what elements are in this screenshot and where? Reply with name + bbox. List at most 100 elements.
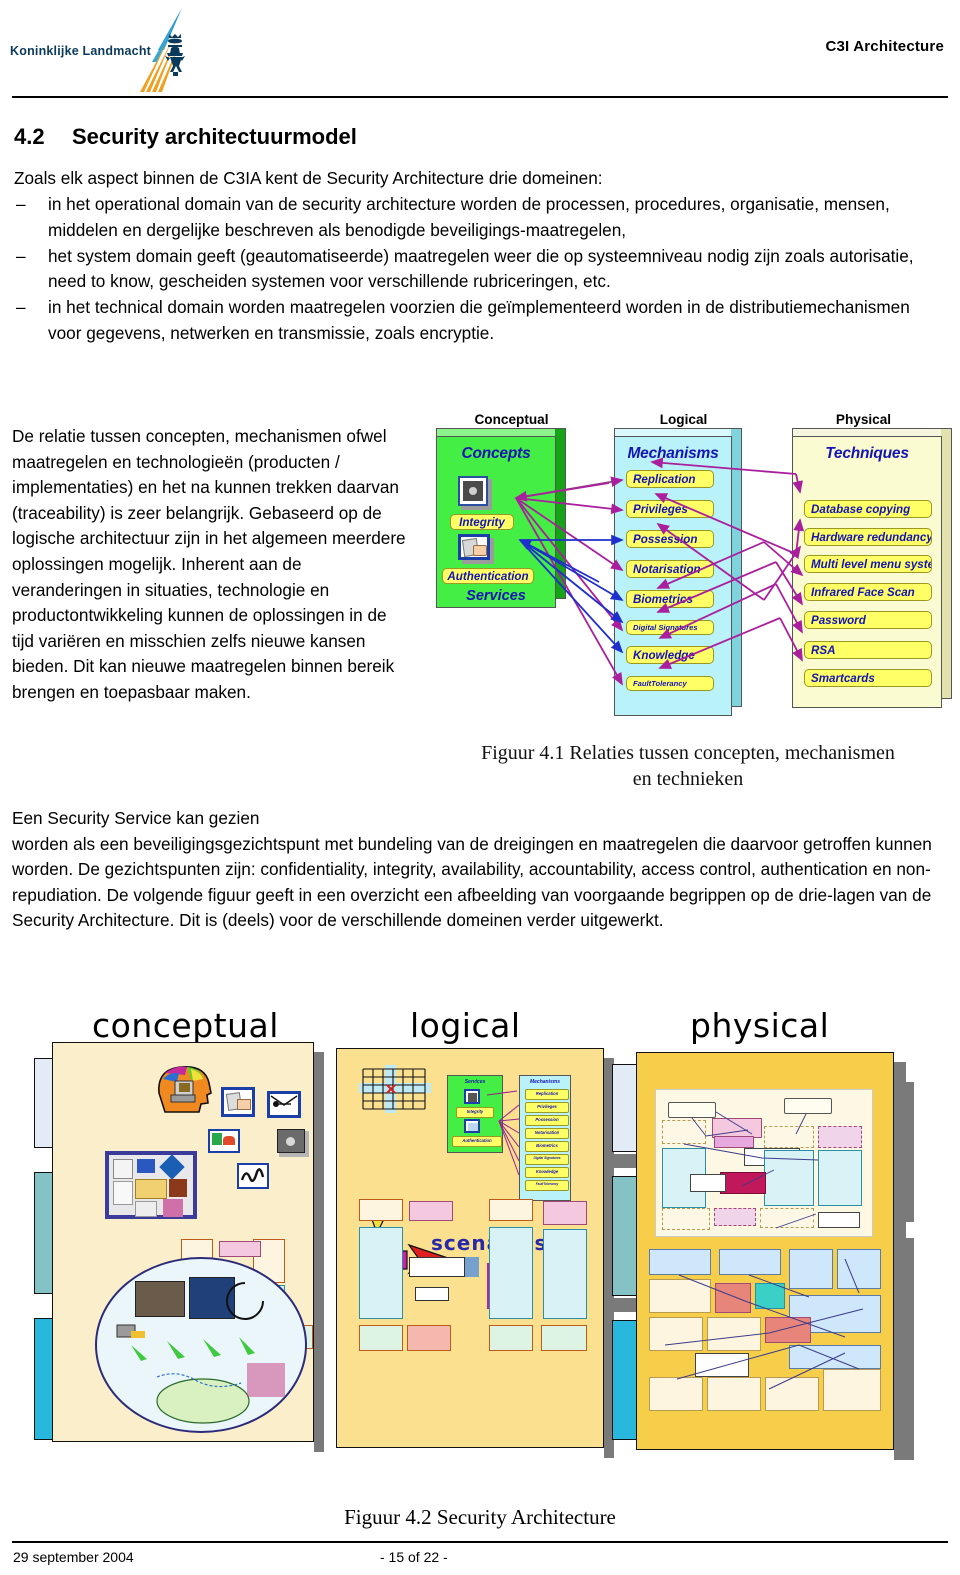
shelf-shadow — [612, 1298, 638, 1312]
chip-multi-level-menu: Multi level menu system — [804, 555, 932, 573]
signature-hand-icon — [458, 534, 494, 564]
chip-possession: Possession — [626, 530, 714, 548]
fig42-heading-physical: physical — [690, 1006, 830, 1045]
bullet-dash: – — [16, 194, 26, 214]
list-item: – in het operational domain van de secur… — [14, 192, 934, 244]
list-item-text: in het technical domain worden maatregel… — [48, 297, 910, 343]
callout-box — [409, 1257, 465, 1277]
mini-relationship-arrows — [486, 1090, 520, 1176]
section-number: 4.2 — [14, 124, 45, 149]
list-item: – het system domain geeft (geautomatisee… — [14, 244, 934, 296]
brain-head-icon — [153, 1063, 213, 1115]
physical-board — [636, 1052, 894, 1450]
flow-box — [359, 1325, 403, 1351]
chip-rsa: RSA — [804, 641, 932, 659]
list-item-text: in het operational domain van de securit… — [48, 194, 890, 240]
envelope-icon — [267, 1091, 301, 1118]
process-box — [219, 1241, 261, 1257]
chip-password: Password — [804, 611, 932, 629]
figure-4-1-caption-line2: en technieken — [632, 768, 744, 790]
security-service-first-line: Een Security Service kan gezien — [12, 808, 260, 828]
section-title: Security architectuurmodel — [72, 124, 357, 149]
organisation-logo: Koninklijke Landmacht — [8, 8, 208, 92]
page-header: Koninklijke Landmacht C3I Architecture — [0, 0, 960, 100]
figure-4-1: Conceptual Logical Physical Concepts Int… — [424, 412, 952, 722]
conceptual-board — [52, 1042, 314, 1442]
shelf-bar — [612, 1320, 638, 1440]
logical-panel: Mechanisms Replication Privileges Posses… — [614, 428, 742, 716]
flow-box — [359, 1199, 403, 1221]
chip-digital-signatures: Digital Signatures — [626, 620, 714, 635]
list-item-text: het system domain geeft (geautomatiseerd… — [48, 245, 914, 292]
callout-box — [415, 1287, 449, 1301]
operational-scene-oval — [95, 1257, 307, 1433]
services-label: Services — [466, 588, 526, 604]
board-shadow — [900, 1082, 914, 1222]
physical-panel: Techniques Database copying Hardware red… — [792, 428, 952, 708]
logical-board: Services Integrity Authentication Mechan… — [336, 1048, 604, 1448]
shelf-shadow — [612, 1154, 638, 1168]
physical-network-diagram — [649, 1249, 881, 1419]
figure-4-1-caption: Figuur 4.1 Relaties tussen concepten, me… — [424, 740, 952, 792]
technical-network-diagram — [655, 1089, 873, 1237]
screen-icon — [208, 1129, 240, 1153]
security-service-paragraph: Een Security Service kan gezien worden a… — [12, 806, 942, 934]
fig41-column-label-conceptual: Conceptual — [474, 412, 549, 427]
flow-column — [359, 1227, 403, 1319]
flow-box — [541, 1325, 587, 1351]
chip-integrity: Integrity — [450, 514, 514, 530]
chip-database-copying: Database copying — [804, 500, 932, 518]
bullet-dash: – — [16, 297, 26, 318]
figure-4-2: conceptual logical physical Services Int… — [0, 990, 960, 1520]
policy-collage-panel — [105, 1151, 197, 1219]
flow-box — [489, 1199, 533, 1221]
fig42-heading-logical: logical — [410, 1006, 521, 1045]
document-title: C3I Architecture — [825, 38, 944, 55]
chip-smartcards: Smartcards — [804, 669, 932, 687]
physical-panel-title: Techniques — [825, 445, 909, 462]
section-intro: Zoals elk aspect binnen de C3IA kent de … — [14, 168, 603, 188]
flow-column — [543, 1229, 587, 1319]
domain-bullet-list: – in het operational domain van de secur… — [14, 192, 934, 347]
flow-box — [407, 1325, 451, 1351]
list-item: – in het technical domain worden maatreg… — [14, 295, 934, 347]
chip-faulttolerancy: FaultTolerancy — [626, 676, 714, 691]
logo-label: Koninklijke Landmacht — [10, 44, 152, 58]
handwriting-icon — [237, 1163, 269, 1189]
chip-knowledge: Knowledge — [626, 646, 714, 664]
fig41-column-label-logical: Logical — [659, 412, 708, 427]
logical-panel-title: Mechanisms — [627, 445, 719, 462]
safe-vault-icon — [277, 1129, 309, 1157]
figure-4-1-caption-line1: Figuur 4.1 Relaties tussen concepten, me… — [481, 742, 895, 764]
header-divider — [12, 96, 948, 98]
safe-vault-icon — [458, 476, 492, 510]
royal-lion-crest-icon — [165, 34, 185, 76]
shelf-bar — [612, 1064, 638, 1152]
flow-box — [409, 1201, 453, 1221]
fig41-column-label-physical: Physical — [835, 412, 892, 427]
bullet-dash: – — [16, 245, 26, 266]
chip-biometrics: Biometrics — [626, 590, 714, 608]
chip-notarisation: Notarisation — [626, 560, 714, 578]
footer-divider — [12, 1541, 948, 1543]
board-shadow — [314, 1052, 324, 1452]
footer-date: 29 september 2004 — [13, 1549, 134, 1565]
board-shadow — [900, 1238, 914, 1460]
chip-authentication: Authentication — [442, 568, 534, 584]
flow-box — [543, 1201, 587, 1225]
chip-infrared-face-scan: Infrared Face Scan — [804, 583, 932, 601]
conceptual-panel-title: Concepts — [461, 445, 531, 462]
traceability-paragraph: De relatie tussen concepten, mechanismen… — [12, 426, 406, 702]
matrix-grid-icon — [359, 1065, 431, 1113]
security-service-body2: De volgende figuur geeft in een overzich… — [12, 884, 932, 931]
panel-side-face — [941, 428, 952, 699]
chip-privileges: Privileges — [626, 500, 714, 518]
chip-hardware-redundancy: Hardware redundancy — [804, 528, 932, 546]
panel-side-face — [731, 428, 742, 707]
conceptual-panel: Concepts Integrity Authentication Servic… — [436, 428, 566, 608]
panel-side-face — [555, 428, 566, 599]
flow-box — [489, 1325, 533, 1351]
fig42-heading-conceptual: conceptual — [92, 1006, 279, 1045]
footer-page-number: - 15 of 22 - — [380, 1549, 448, 1565]
figure-4-2-caption: Figuur 4.2 Security Architecture — [344, 1505, 616, 1529]
